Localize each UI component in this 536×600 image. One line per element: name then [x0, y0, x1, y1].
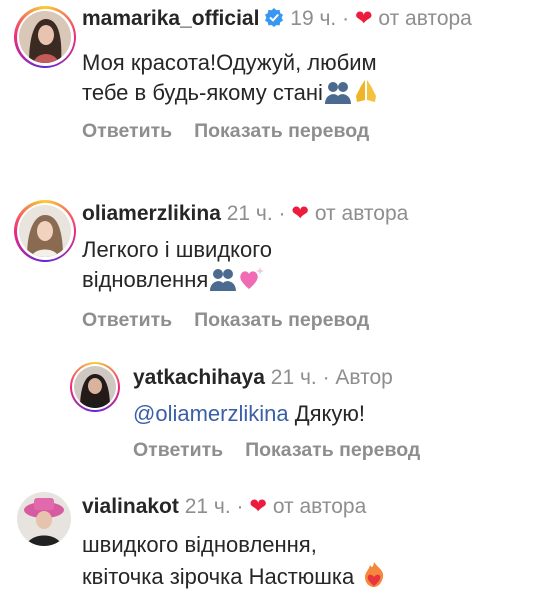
comment-text-line-1: швидкого відновлення,	[82, 532, 317, 557]
praying-hands-emoji-icon	[353, 78, 379, 112]
author-badge: Автор	[335, 366, 393, 389]
show-translation-button[interactable]: Показать перевод	[194, 120, 369, 142]
sparkling-heart-emoji-icon	[238, 265, 266, 299]
avatar	[19, 205, 71, 257]
heart-icon: ❤	[249, 495, 267, 518]
show-translation-button[interactable]: Показать перевод	[245, 439, 420, 461]
show-translation-button[interactable]: Показать перевод	[194, 309, 369, 331]
avatar-ring[interactable]	[14, 200, 76, 262]
comment-text-line-2: відновлення	[82, 267, 209, 292]
hug-emoji-icon	[208, 267, 238, 299]
separator: ·	[278, 202, 286, 225]
comment-text: Дякую!	[294, 401, 366, 426]
comment-text-line-2: квіточка зірочка Настюшка	[82, 564, 355, 589]
username[interactable]: mamarika_official	[82, 7, 259, 30]
comment-text-line-1: Моя красота!Одужуй, любим	[82, 50, 377, 75]
avatar-ring[interactable]	[70, 362, 120, 412]
heart-icon: ❤	[354, 7, 373, 30]
separator: ·	[322, 366, 330, 389]
avatar-ring[interactable]	[14, 6, 76, 68]
timestamp: 21 ч.	[270, 366, 317, 389]
username[interactable]: vialinakot	[82, 495, 179, 518]
mention-link[interactable]: @oliamerzlikina	[133, 401, 289, 426]
heart-icon: ❤	[291, 202, 309, 225]
comment-text-line-1: Легкого і швидкого	[82, 237, 273, 262]
comment-text-line-2: тебе в будь-якому стані	[82, 80, 323, 105]
separator: ·	[342, 7, 350, 30]
username[interactable]: oliamerzlikina	[82, 202, 221, 225]
timestamp: 19 ч.	[290, 7, 337, 30]
avatar	[74, 366, 116, 408]
heart-on-fire-emoji-icon	[360, 560, 388, 596]
reply-button[interactable]: Ответить	[82, 120, 172, 142]
author-like-label: от автора	[378, 7, 472, 30]
timestamp: 21 ч.	[184, 495, 231, 518]
author-like-label: от автора	[272, 495, 367, 518]
reply-button[interactable]: Ответить	[82, 309, 172, 331]
verified-badge-icon	[264, 6, 284, 36]
username[interactable]: yatkachihaya	[133, 366, 265, 389]
author-like-label: от автора	[314, 202, 409, 225]
separator: ·	[236, 495, 244, 518]
hug-emoji-icon	[323, 80, 353, 112]
avatar[interactable]	[17, 492, 71, 546]
avatar	[19, 11, 71, 63]
timestamp: 21 ч.	[226, 202, 273, 225]
reply-button[interactable]: Ответить	[133, 439, 223, 461]
